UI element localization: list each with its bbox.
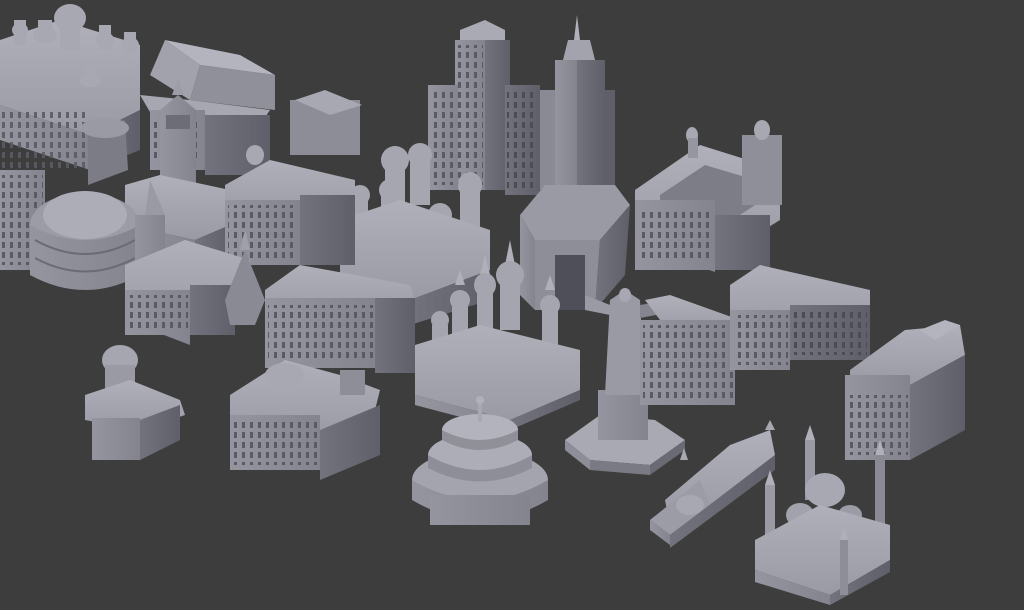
3d-viewport[interactable] [0, 0, 1024, 610]
courtyard-palace [635, 120, 782, 272]
small-domed-chapel [85, 345, 185, 460]
building-models-render [0, 4, 965, 605]
row-houses [640, 265, 870, 405]
skyscraper-block [428, 20, 540, 195]
ornate-palace [230, 360, 380, 480]
rotunda [30, 191, 140, 290]
